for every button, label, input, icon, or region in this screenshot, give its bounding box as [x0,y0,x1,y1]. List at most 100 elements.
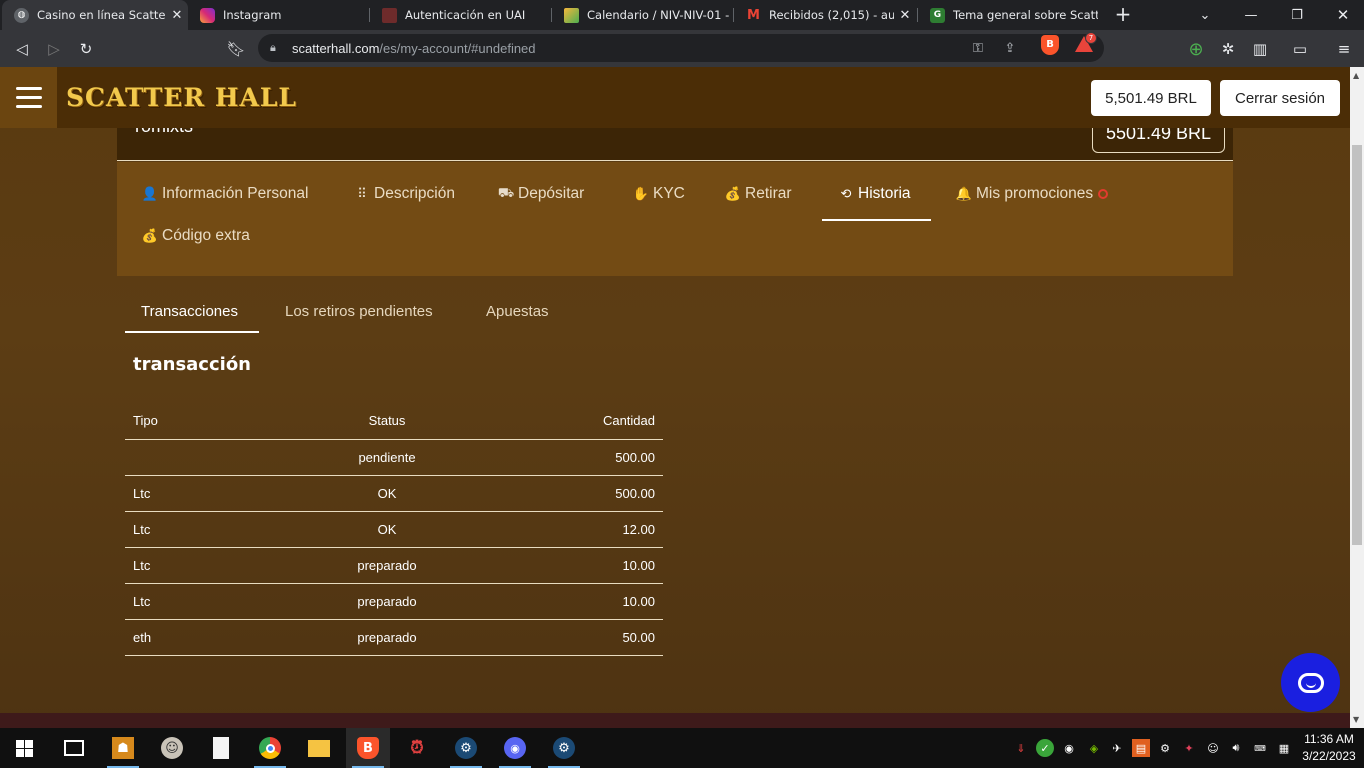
taskbar-app-chrome[interactable] [248,728,292,768]
browser-tab-instagram[interactable]: Instagram [188,0,368,30]
brave-shields-icon[interactable]: B [1041,35,1059,55]
menu-item-informacion-personal[interactable]: 👤 Información Personal [141,182,309,206]
browser-tab-calendario[interactable]: Calendario / NIV-NIV-01 - C [552,0,732,30]
table-row: Ltc preparado 10.00 [125,547,663,584]
logout-button[interactable]: Cerrar sesión [1220,80,1340,116]
history-icon: ⟲ [840,186,852,201]
active-subtab-underline [125,331,259,333]
menu-item-depositar[interactable]: ⛟ Depósitar [497,182,585,206]
money-bag-icon: 💰 [724,186,742,201]
tray-app-icon-2[interactable]: ▤ [1132,739,1150,757]
browser-tab-gmail[interactable]: M Recibidos (2,015) - audi ✕ [734,0,916,30]
tray-discord-icon[interactable]: ◉ [1060,739,1078,757]
forward-icon[interactable]: ▷ [43,38,65,60]
live-chat-button[interactable] [1281,653,1340,712]
taskbar-app-discord[interactable]: ◉ [493,728,537,768]
cell-tipo: Ltc [125,475,305,512]
menu-item-mis-promociones[interactable]: 🔔 Mis promociones [955,182,1109,206]
menu-item-label: Descripción [374,185,455,202]
brave-rewards-icon[interactable]: 7 [1075,32,1097,54]
menu-icon[interactable]: ≡ [1333,38,1355,60]
close-tab-icon[interactable]: ✕ [166,8,188,23]
address-bar[interactable]: 🔒︎ scatterhall.com/es/my-account/#undefi… [258,34,1104,62]
sidebar-icon[interactable]: ▥ [1249,38,1271,60]
taskbar-app-alarm[interactable]: ⏰︎ [395,728,439,768]
taskbar-clock[interactable]: 11:36 AM 3/22/2023 [1298,731,1360,765]
tray-app-icon[interactable]: ✈ [1108,739,1126,757]
subtab-apuestas[interactable]: Apuestas [486,303,549,320]
minimize-button[interactable]: — [1228,0,1274,30]
keyboard-language-icon[interactable]: ⌨ [1251,739,1269,757]
browser-tab-casino[interactable]: ◍ Casino en línea Scatterh ✕ [2,0,188,30]
subtab-transacciones[interactable]: Transacciones [141,303,238,320]
tray-download-icon[interactable]: ⇓ [1012,739,1030,757]
grid-icon: ⠿ [357,186,367,201]
brave-browser-icon: B [357,737,379,759]
taskbar-app-counter-strike[interactable]: ☗ [101,728,145,768]
restore-button[interactable]: ❐ [1274,0,1320,30]
wallet-icon[interactable]: ▭ [1289,38,1311,60]
cell-tipo: Ltc [125,511,305,548]
balance-button[interactable]: 5,501.49 BRL [1091,80,1211,116]
tray-nvidia-icon[interactable]: ◈ [1085,739,1103,757]
profile-summary: romixts 5501.49 BRL [117,108,1233,161]
add-extension-icon[interactable]: ⊕ [1185,38,1207,60]
hamburger-menu-button[interactable] [0,67,57,128]
key-icon[interactable]: ⚿ [968,38,988,58]
menu-item-historia[interactable]: ⟲ Historia [837,182,911,206]
close-tab-icon[interactable]: ✕ [894,8,916,23]
tray-steam-icon[interactable]: ⚙︎ [1156,739,1174,757]
taskbar-app-steam-2[interactable]: ⚙︎ [542,728,586,768]
reload-icon[interactable]: ↻ [75,38,97,60]
browser-tab-uai[interactable]: Autenticación en UAI [370,0,550,30]
tab-title: Tema general sobre Scatterh [953,8,1098,22]
globe-icon: ◍ [14,7,29,23]
chrome-icon [259,737,281,759]
tab-title: Casino en línea Scatterh [37,8,166,22]
page-scrollbar[interactable]: ▲ ▼ [1350,67,1364,728]
menu-item-descripcion[interactable]: ⠿ Descripción [353,182,455,206]
shield-icon [382,7,397,23]
menu-item-kyc[interactable]: ✋ KYC [632,182,685,206]
user-icon: 👤 [141,186,159,201]
browser-tab-tema[interactable]: G Tema general sobre Scatterh [918,0,1098,30]
windows-taskbar: ☗ ☺ B ⏰︎ ⚙︎ ◉ ⚙︎ ⇓ ✓ ◉ ◈ ✈ ▤ ⚙︎ ✦ ☺ 🔊︎ ⌨… [0,728,1364,768]
subtab-retiros-pendientes[interactable]: Los retiros pendientes [285,303,433,320]
url-text[interactable]: scatterhall.com/es/my-account/#undefined [292,41,536,56]
page-footer [0,713,1350,728]
taskbar-app-explorer[interactable] [297,728,341,768]
site-logo[interactable]: SCATTER HALL [66,83,297,112]
tab-title: Instagram [223,8,282,22]
chat-icon [1297,672,1324,693]
menu-item-label: Depósitar [518,185,585,202]
history-subtabs: Transacciones Los retiros pendientes Apu… [125,295,605,335]
bookmark-icon[interactable]: 🔖︎ [225,38,247,60]
taskbar-app-brave[interactable]: B [346,728,390,768]
scroll-down-icon[interactable]: ▼ [1353,715,1359,724]
taskbar-app-steam[interactable]: ⚙︎ [444,728,488,768]
discord-icon: ◉ [504,737,526,759]
share-icon[interactable]: ⇪ [1000,38,1020,58]
back-icon[interactable]: ◁ [11,38,33,60]
menu-item-codigo-extra[interactable]: 💰 Código extra [141,224,250,248]
bell-icon: 🔔 [955,186,973,201]
task-view-button[interactable] [52,728,96,768]
new-tab-button[interactable]: + [1112,4,1134,26]
tab-search-icon[interactable]: ⌄ [1182,0,1228,30]
tray-check-icon[interactable]: ✓ [1036,739,1054,757]
scroll-up-icon[interactable]: ▲ [1353,71,1359,80]
tray-app-icon-3[interactable]: ✦ [1180,739,1198,757]
taskbar-app-notepad[interactable] [199,728,243,768]
extensions-puzzle-icon[interactable]: ✲ [1217,38,1239,60]
menu-item-retirar[interactable]: 💰 Retirar [724,182,792,206]
table-row: eth preparado 50.00 [125,619,663,656]
start-button[interactable] [2,728,46,768]
network-icon[interactable]: ▦ [1275,739,1293,757]
cell-tipo: Ltc [125,583,305,620]
tray-game-icon[interactable]: ☺ [1204,739,1222,757]
close-window-button[interactable]: ✕ [1320,0,1364,30]
taskbar-app-game[interactable]: ☺ [150,728,194,768]
volume-icon[interactable]: 🔊︎ [1227,739,1245,757]
hand-icon: ✋ [632,186,650,201]
scrollbar-thumb[interactable] [1352,145,1362,545]
